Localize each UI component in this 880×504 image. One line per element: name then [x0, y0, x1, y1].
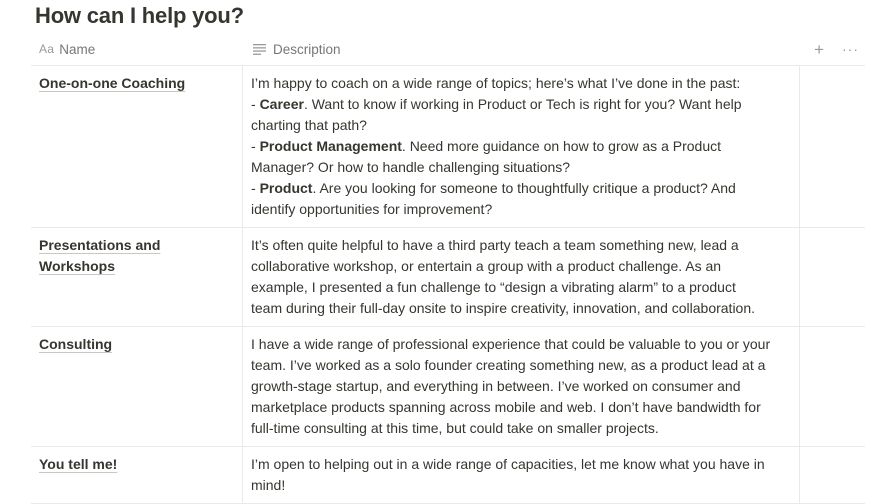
table-row[interactable]: Presentations and Workshops It’s often qu… — [31, 228, 865, 327]
lines-icon — [253, 43, 266, 55]
row-title-link[interactable]: Presentations and Workshops — [39, 237, 160, 274]
table-row[interactable]: Consulting I have a wide range of profess… — [31, 327, 865, 447]
table-body: One-on-one Coaching I’m happy to coach on… — [31, 66, 865, 504]
description-cell: I have a wide range of professional expe… — [243, 327, 800, 446]
page: How can I help you? Aa Name Description … — [0, 0, 880, 504]
column-header-name[interactable]: Aa Name — [31, 42, 243, 57]
description-text: identify opportunities for improvement? — [251, 201, 493, 217]
empty-cell — [800, 228, 865, 326]
description-text: I’m happy to coach on a wide range of to… — [251, 75, 741, 91]
column-header-description-label: Description — [273, 41, 341, 57]
services-table: Aa Name Description + ··· One-on-one Coa… — [31, 33, 865, 504]
description-text: team during their full-day onsite to ins… — [251, 300, 756, 316]
description-text: growth-stage startup, and everything in … — [251, 378, 741, 394]
bold-topic: Career — [259, 96, 304, 112]
description-cell: It’s often quite helpful to have a third… — [243, 228, 800, 326]
description-line: mind! — [251, 475, 791, 496]
bullet-prefix: - — [251, 138, 260, 154]
text-property-icon: Aa — [39, 42, 55, 56]
bullet-prefix: - — [251, 180, 260, 196]
description-line: charting that path? — [251, 115, 791, 136]
description-text: I have a wide range of professional expe… — [251, 336, 771, 352]
name-cell: One-on-one Coaching — [31, 66, 243, 227]
name-cell: You tell me! — [31, 447, 243, 503]
row-title-link[interactable]: One-on-one Coaching — [39, 75, 185, 91]
description-line: It’s often quite helpful to have a third… — [251, 235, 791, 256]
table-header: Aa Name Description + ··· — [31, 33, 865, 66]
table-row[interactable]: One-on-one Coaching I’m happy to coach on… — [31, 66, 865, 228]
row-title-link[interactable]: You tell me! — [39, 456, 117, 472]
description-line: I have a wide range of professional expe… — [251, 334, 791, 355]
description-text: It’s often quite helpful to have a third… — [251, 237, 739, 253]
row-title-link[interactable]: Consulting — [39, 336, 112, 352]
description-line: Manager? Or how to handle challenging si… — [251, 157, 791, 178]
description-line: - Career. Want to know if working in Pro… — [251, 94, 791, 115]
empty-cell — [800, 327, 865, 446]
description-text: team. I’ve worked as a solo founder crea… — [251, 357, 766, 373]
bullet-prefix: - — [251, 96, 260, 112]
bold-topic: Product — [259, 180, 313, 196]
description-line: - Product Management. Need more guidance… — [251, 136, 791, 157]
description-text: marketplace products spanning across mob… — [251, 399, 761, 415]
description-line: growth-stage startup, and everything in … — [251, 376, 791, 397]
description-line: team. I’ve worked as a solo founder crea… — [251, 355, 791, 376]
add-property-button[interactable]: + — [814, 41, 824, 58]
description-line: full-time consulting at this time, but c… — [251, 418, 791, 439]
empty-cell — [800, 447, 865, 503]
name-cell: Presentations and Workshops — [31, 228, 243, 326]
description-text: charting that path? — [251, 117, 367, 133]
description-text: Manager? Or how to handle challenging si… — [251, 159, 571, 175]
description-text: . Need more guidance on how to grow as a… — [401, 138, 721, 154]
description-cell: I’m happy to coach on a wide range of to… — [243, 66, 800, 227]
name-cell: Consulting — [31, 327, 243, 446]
description-cell: I’m open to helping out in a wide range … — [243, 447, 800, 503]
description-text: collaborative workshop, or entertain a g… — [251, 258, 722, 274]
description-text: I’m open to helping out in a wide range … — [251, 456, 765, 472]
description-line: team during their full-day onsite to ins… — [251, 298, 791, 319]
description-text: . Are you looking for someone to thought… — [312, 180, 736, 196]
description-text: example, I presented a fun challenge to … — [251, 279, 736, 295]
bold-topic: Product Management — [259, 138, 402, 154]
empty-cell — [800, 66, 865, 227]
more-options-button[interactable]: ··· — [842, 42, 859, 56]
header-actions: + ··· — [800, 41, 865, 58]
description-line: marketplace products spanning across mob… — [251, 397, 791, 418]
description-line: collaborative workshop, or entertain a g… — [251, 256, 791, 277]
description-text: full-time consulting at this time, but c… — [251, 420, 659, 436]
description-text: mind! — [251, 477, 286, 493]
table-row[interactable]: You tell me! I’m open to helping out in a… — [31, 447, 865, 504]
description-line: example, I presented a fun challenge to … — [251, 277, 791, 298]
description-line: identify opportunities for improvement? — [251, 199, 791, 220]
description-line: I’m happy to coach on a wide range of to… — [251, 73, 791, 94]
description-text: . Want to know if working in Product or … — [303, 96, 742, 112]
page-title: How can I help you? — [35, 3, 244, 28]
column-header-name-label: Name — [59, 41, 96, 57]
description-line: - Product. Are you looking for someone t… — [251, 178, 791, 199]
description-line: I’m open to helping out in a wide range … — [251, 454, 791, 475]
column-header-description[interactable]: Description — [243, 42, 800, 57]
